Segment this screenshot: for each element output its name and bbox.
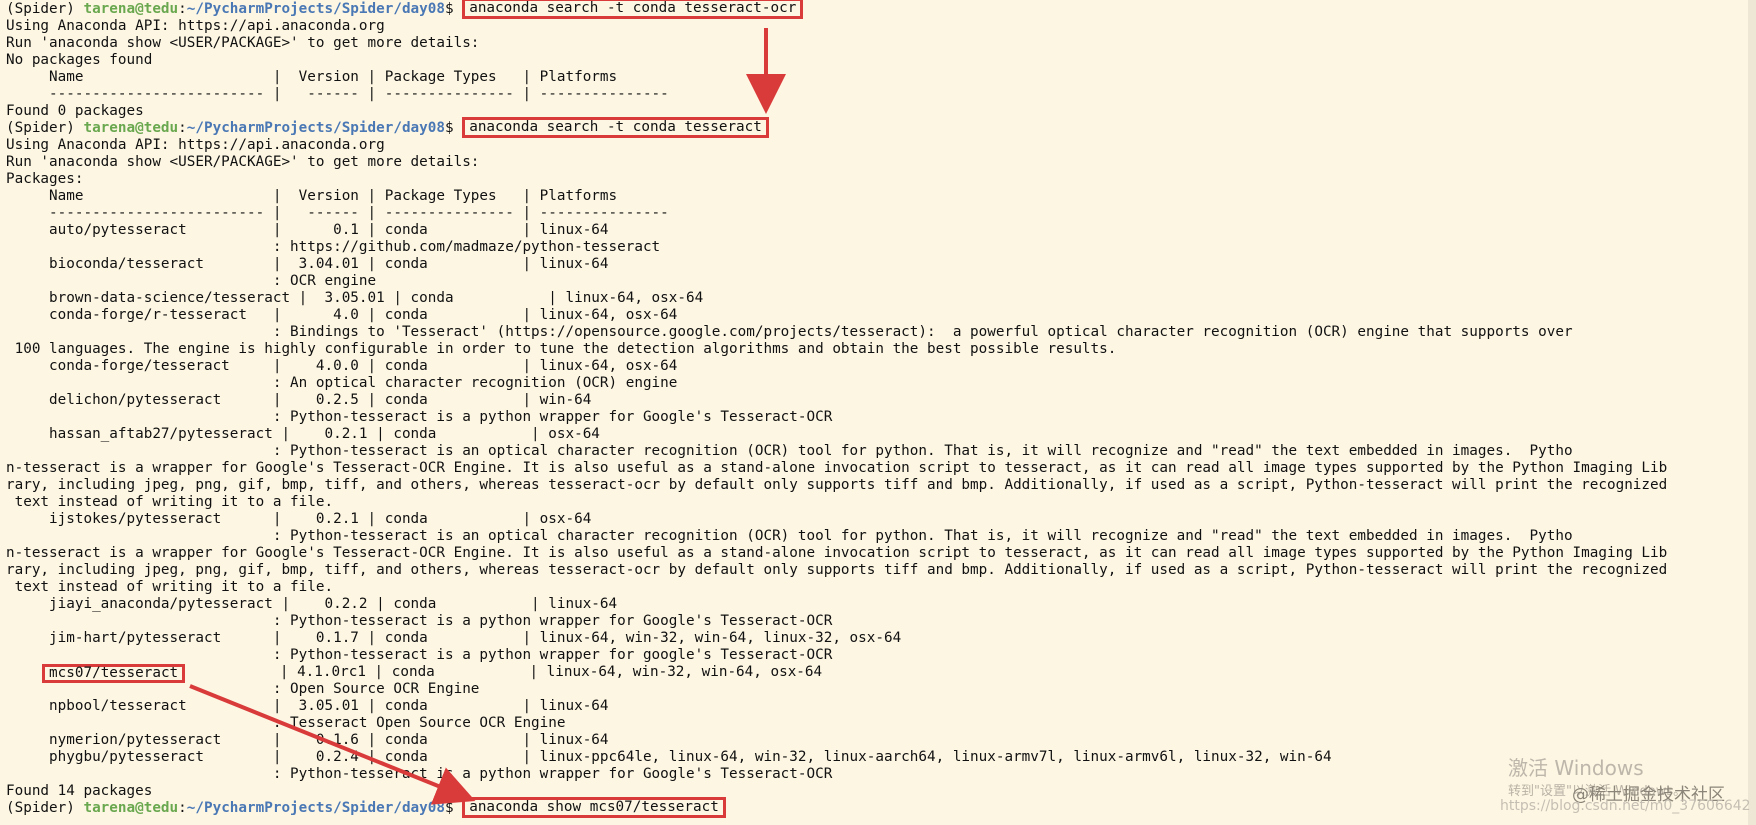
package-description: : Python-tesseract is a python wrapper f…: [6, 766, 833, 782]
package-row: jim-hart/pytesseract | 0.1.7 | conda | l…: [6, 630, 902, 646]
prompt-line-2: (Spider) tarena@tedu:~/PycharmProjects/S…: [6, 117, 1756, 138]
package-row: delichon/pytesseract | 0.2.5 | conda | w…: [6, 392, 592, 408]
output-line: Found 14 packages: [6, 783, 153, 799]
package-row: phygbu/pytesseract | 0.2.4 | conda | lin…: [6, 749, 1332, 765]
package-description: : Python-tesseract is an optical charact…: [6, 443, 1573, 459]
terminal-output[interactable]: (Spider) tarena@tedu:~/PycharmProjects/S…: [6, 0, 1756, 818]
package-description: text instead of writing it to a file.: [6, 494, 334, 510]
command-search-tesseract-ocr[interactable]: anaconda search -t conda tesseract-ocr: [462, 0, 804, 19]
output-line: Run 'anaconda show <USER/PACKAGE>' to ge…: [6, 154, 480, 170]
activate-windows-watermark: 激活 Windows: [1508, 756, 1644, 780]
package-description: : An optical character recognition (OCR)…: [6, 375, 678, 391]
package-description: : OCR engine: [6, 273, 377, 289]
package-description: 100 languages. The engine is highly conf…: [6, 341, 1117, 357]
output-line: Run 'anaconda show <USER/PACKAGE>' to ge…: [6, 35, 480, 51]
package-row: auto/pytesseract | 0.1 | conda | linux-6…: [6, 222, 609, 238]
package-description: : Tesseract Open Source OCR Engine: [6, 715, 566, 731]
package-description: : https://github.com/madmaze/python-tess…: [6, 239, 661, 255]
prompt-colon: :: [178, 120, 187, 136]
package-row: jiayi_anaconda/pytesseract | 0.2.2 | con…: [6, 596, 618, 612]
working-directory: ~/PycharmProjects/Spider/day08: [186, 120, 445, 136]
prompt-line-1: (Spider) tarena@tedu:~/PycharmProjects/S…: [6, 0, 1756, 19]
user-host: tarena@tedu: [83, 120, 179, 136]
working-directory: ~/PycharmProjects/Spider/day08: [186, 1, 445, 17]
package-row: hassan_aftab27/pytesseract | 0.2.1 | con…: [6, 426, 600, 442]
package-row-mcs07: mcs07/tesseract | 4.1.0rc1 | conda | lin…: [6, 664, 1756, 683]
package-row: conda-forge/r-tesseract | 4.0 | conda | …: [6, 307, 678, 323]
prompt-colon: :: [178, 800, 187, 816]
package-description: : Python-tesseract is a python wrapper f…: [6, 409, 833, 425]
table-separator: ------------------------- | ------ | ---…: [6, 86, 669, 102]
output-line: Found 0 packages: [6, 103, 144, 119]
user-host: tarena@tedu: [83, 800, 179, 816]
env-label: (Spider): [6, 800, 84, 816]
output-line: Using Anaconda API: https://api.anaconda…: [6, 18, 385, 34]
package-row: bioconda/tesseract | 3.04.01 | conda | l…: [6, 256, 609, 272]
package-description: : Python-tesseract is a python wrapper f…: [6, 647, 833, 663]
package-row-rest: | 4.1.0rc1 | conda | linux-64, win-32, w…: [185, 664, 823, 680]
package-row: ijstokes/pytesseract | 0.2.1 | conda | o…: [6, 511, 592, 527]
command-show-mcs07-tesseract[interactable]: anaconda show mcs07/tesseract: [462, 797, 726, 818]
output-line: Packages:: [6, 171, 84, 187]
package-description: text instead of writing it to a file.: [6, 579, 334, 595]
env-label: (Spider): [6, 1, 84, 17]
prompt-dollar: $: [445, 800, 463, 816]
command-search-tesseract[interactable]: anaconda search -t conda tesseract: [462, 117, 769, 138]
package-row: brown-data-science/tesseract | 3.05.01 |…: [6, 290, 704, 306]
prompt-colon: :: [178, 1, 187, 17]
package-description: : Python-tesseract is a python wrapper f…: [6, 613, 833, 629]
table-separator: ------------------------- | ------ | ---…: [6, 205, 669, 221]
package-row: npbool/tesseract | 3.05.01 | conda | lin…: [6, 698, 609, 714]
user-host: tarena@tedu: [83, 1, 179, 17]
package-description: : Open Source OCR Engine: [6, 681, 480, 697]
package-description: : Bindings to 'Tesseract' (https://opens…: [6, 324, 1573, 340]
package-description: n-tesseract is a wrapper for Google's Te…: [6, 460, 1668, 476]
terminal-window[interactable]: (Spider) tarena@tedu:~/PycharmProjects/S…: [0, 0, 1756, 825]
package-description: rary, including jpeg, png, gif, bmp, tif…: [6, 477, 1668, 493]
package-row: conda-forge/tesseract | 4.0.0 | conda | …: [6, 358, 678, 374]
terminal-scrollbar[interactable]: [1748, 0, 1756, 825]
package-description: : Python-tesseract is an optical charact…: [6, 528, 1573, 544]
prompt-dollar: $: [445, 120, 463, 136]
output-line: No packages found: [6, 52, 153, 68]
package-description: rary, including jpeg, png, gif, bmp, tif…: [6, 562, 1668, 578]
blog-url-watermark: https://blog.csdn.net/m0_37606642: [1500, 798, 1751, 814]
package-row: nymerion/pytesseract | 0.1.6 | conda | l…: [6, 732, 609, 748]
package-description: n-tesseract is a wrapper for Google's Te…: [6, 545, 1668, 561]
working-directory: ~/PycharmProjects/Spider/day08: [186, 800, 445, 816]
prompt-dollar: $: [445, 1, 463, 17]
table-header: Name | Version | Package Types | Platfor…: [6, 69, 618, 85]
output-line: Using Anaconda API: https://api.anaconda…: [6, 137, 385, 153]
prompt-line-3: (Spider) tarena@tedu:~/PycharmProjects/S…: [6, 797, 1756, 818]
table-header: Name | Version | Package Types | Platfor…: [6, 188, 618, 204]
env-label: (Spider): [6, 120, 84, 136]
